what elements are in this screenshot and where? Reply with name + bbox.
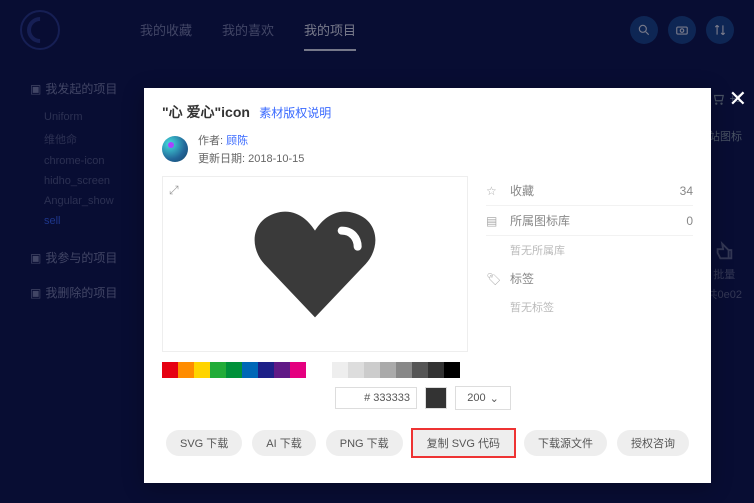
hex-preview-swatch [425,387,447,409]
meta-tags-empty: 暂无标签 [486,293,693,321]
gray-swatch[interactable] [396,362,412,378]
library-icon: ▤ [486,214,502,228]
heart-icon [245,204,385,324]
color-swatch[interactable] [274,362,290,378]
gray-swatch[interactable] [316,362,332,378]
color-swatch[interactable] [162,362,178,378]
download-ai-button[interactable]: AI 下载 [252,430,315,456]
gray-swatch[interactable] [380,362,396,378]
author-label: 作者: [198,135,223,147]
copy-svg-button[interactable]: 复制 SVG 代码 [413,430,514,456]
gray-swatch[interactable] [444,362,460,378]
color-swatch[interactable] [178,362,194,378]
copyright-link[interactable]: 素材版权说明 [259,106,331,120]
meta-favorites: ☆ 收藏 34 [486,176,693,206]
color-swatch[interactable] [242,362,258,378]
star-icon: ☆ [486,184,502,198]
color-swatch[interactable] [194,362,210,378]
date-label: 更新日期: [198,153,245,165]
download-svg-button[interactable]: SVG 下载 [166,430,242,456]
expand-icon[interactable]: ⤢ [169,183,179,198]
author-row: 作者: 顾陈 更新日期: 2018-10-15 [144,128,711,176]
download-png-button[interactable]: PNG 下载 [326,430,403,456]
color-swatch[interactable] [290,362,306,378]
gray-swatch[interactable] [412,362,428,378]
dialog-title: "心 爱心"icon [162,104,250,120]
gray-swatch[interactable] [348,362,364,378]
author-avatar[interactable] [162,136,188,162]
color-swatch[interactable] [210,362,226,378]
tag-icon: 🏷 [486,272,502,286]
meta-library: ▤ 所属图标库 0 [486,206,693,236]
gray-swatch[interactable] [364,362,380,378]
size-select[interactable]: 200 ⌄ [455,386,511,410]
color-swatch[interactable] [226,362,242,378]
date-value: 2018-10-15 [248,153,304,165]
meta-tags: 🏷 标签 [486,264,693,293]
meta-library-empty: 暂无所属库 [486,236,693,264]
chevron-down-icon: ⌄ [490,392,499,405]
icon-detail-dialog: ✕ "心 爱心"icon 素材版权说明 作者: 顾陈 更新日期: 2018-10… [144,88,711,483]
gray-swatch[interactable] [332,362,348,378]
icon-preview: ⤢ [162,176,468,352]
close-icon[interactable]: ✕ [729,86,747,112]
gray-swatch[interactable] [428,362,444,378]
download-source-button[interactable]: 下载源文件 [524,430,607,456]
hex-input[interactable] [335,387,417,409]
color-swatch[interactable] [258,362,274,378]
author-name-link[interactable]: 顾陈 [226,135,248,147]
license-inquiry-button[interactable]: 授权咨询 [617,430,689,456]
color-swatch-row [162,362,306,378]
gray-swatch-row [316,362,460,378]
